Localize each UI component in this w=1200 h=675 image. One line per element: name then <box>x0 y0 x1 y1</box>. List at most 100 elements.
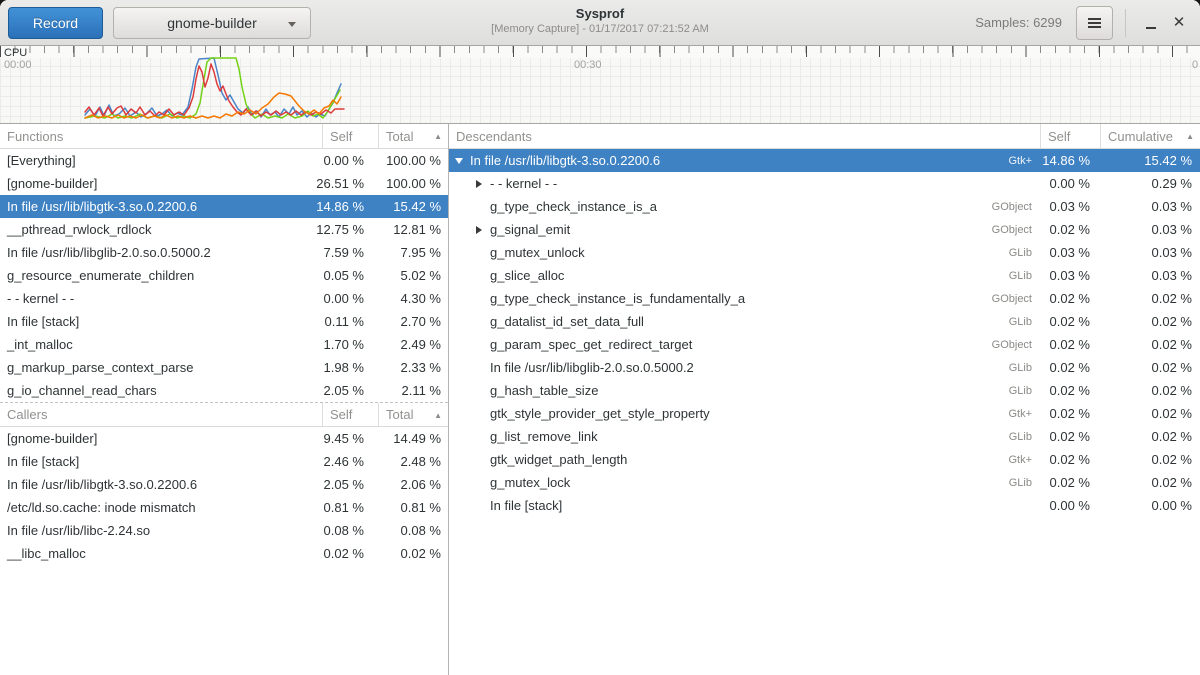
function-name: __pthread_rwlock_rdlock <box>0 222 298 237</box>
function-name: In file /usr/lib/libgtk-3.so.0.2200.6 <box>0 199 298 214</box>
self-percent: 9.45 % <box>298 431 378 446</box>
function-name: [gnome-builder] <box>0 431 298 446</box>
self-percent: 0.05 % <box>298 268 378 283</box>
self-percent: 0.02 % <box>1040 291 1100 306</box>
total-column-header[interactable]: Total ▲ <box>378 124 448 148</box>
table-row[interactable]: gtk_widget_path_lengthGtk+0.02 %0.02 % <box>449 448 1200 471</box>
library-tag: GLib <box>1009 362 1040 374</box>
self-column-header[interactable]: Self <box>322 124 378 148</box>
table-row[interactable]: g_type_check_instance_is_fundamentally_a… <box>449 287 1200 310</box>
function-name: g_datalist_id_set_data_full <box>490 314 644 329</box>
table-row[interactable]: [gnome-builder]26.51 %100.00 % <box>0 172 448 195</box>
table-row[interactable]: In file /usr/lib/libgtk-3.so.0.2200.6Gtk… <box>449 149 1200 172</box>
self-percent: 0.00 % <box>1040 176 1100 191</box>
total-percent: 5.02 % <box>378 268 448 283</box>
table-row[interactable]: [gnome-builder]9.45 %14.49 % <box>0 427 448 450</box>
table-row[interactable]: In file [stack]2.46 %2.48 % <box>0 450 448 473</box>
expander-closed-icon[interactable] <box>476 180 482 188</box>
expander-box <box>454 158 464 164</box>
table-row[interactable]: g_slice_allocGLib0.03 %0.03 % <box>449 264 1200 287</box>
callers-column-header[interactable]: Callers <box>0 403 322 426</box>
callers-header: Callers Self Total ▲ <box>0 402 448 427</box>
function-name: In file /usr/lib/libglib-2.0.so.0.5000.2 <box>490 360 694 375</box>
table-row[interactable]: In file /usr/lib/libglib-2.0.so.0.5000.2… <box>449 356 1200 379</box>
descendant-name-cell: g_datalist_id_set_data_fullGLib <box>449 314 1040 329</box>
table-row[interactable]: __pthread_rwlock_rdlock12.75 %12.81 % <box>0 218 448 241</box>
table-row[interactable]: In file /usr/lib/libgtk-3.so.0.2200.614.… <box>0 195 448 218</box>
self-percent: 7.59 % <box>298 245 378 260</box>
table-row[interactable]: In file /usr/lib/libglib-2.0.so.0.5000.2… <box>0 241 448 264</box>
table-row[interactable]: g_io_channel_read_chars2.05 %2.11 % <box>0 379 448 402</box>
self-percent: 0.11 % <box>298 314 378 329</box>
total-percent: 100.00 % <box>378 176 448 191</box>
table-row[interactable]: g_datalist_id_set_data_fullGLib0.02 %0.0… <box>449 310 1200 333</box>
table-row[interactable]: g_type_check_instance_is_aGObject0.03 %0… <box>449 195 1200 218</box>
chevron-down-icon <box>288 22 296 31</box>
function-name: g_io_channel_read_chars <box>0 383 298 398</box>
table-row[interactable]: __libc_malloc0.02 %0.02 % <box>0 542 448 565</box>
cumulative-percent: 0.02 % <box>1100 360 1200 375</box>
table-row[interactable]: g_signal_emitGObject0.02 %0.03 % <box>449 218 1200 241</box>
menu-button[interactable] <box>1076 6 1113 40</box>
table-row[interactable]: g_param_spec_get_redirect_targetGObject0… <box>449 333 1200 356</box>
descendant-name-cell: gtk_style_provider_get_style_propertyGtk… <box>449 406 1040 421</box>
function-name: g_resource_enumerate_children <box>0 268 298 283</box>
self-column-header[interactable]: Self <box>322 403 378 426</box>
total-percent: 2.49 % <box>378 337 448 352</box>
self-column-header[interactable]: Self <box>1040 124 1100 148</box>
table-row[interactable]: In file /usr/lib/libgtk-3.so.0.2200.62.0… <box>0 473 448 496</box>
table-row[interactable]: _int_malloc1.70 %2.49 % <box>0 333 448 356</box>
descendants-column-header[interactable]: Descendants <box>449 124 1040 148</box>
table-row[interactable]: g_resource_enumerate_children0.05 %5.02 … <box>0 264 448 287</box>
function-name: g_type_check_instance_is_a <box>490 199 657 214</box>
self-percent: 14.86 % <box>298 199 378 214</box>
record-button[interactable]: Record <box>8 7 103 39</box>
table-row[interactable]: g_hash_table_sizeGLib0.02 %0.02 % <box>449 379 1200 402</box>
descendant-name-cell: g_signal_emitGObject <box>449 222 1040 237</box>
cumulative-percent: 0.02 % <box>1100 429 1200 444</box>
table-row[interactable]: g_mutex_lockGLib0.02 %0.02 % <box>449 471 1200 494</box>
table-row[interactable]: - - kernel - -0.00 %4.30 % <box>0 287 448 310</box>
expander-closed-icon[interactable] <box>476 226 482 234</box>
total-column-header[interactable]: Total ▲ <box>378 403 448 426</box>
table-row[interactable]: gtk_style_provider_get_style_propertyGtk… <box>449 402 1200 425</box>
cumulative-percent: 0.03 % <box>1100 268 1200 283</box>
cumulative-percent: 0.02 % <box>1100 406 1200 421</box>
self-percent: 0.02 % <box>1040 337 1100 352</box>
function-name: In file /usr/lib/libglib-2.0.so.0.5000.2 <box>0 245 298 260</box>
table-row[interactable]: In file [stack]0.00 %0.00 % <box>449 494 1200 517</box>
self-percent: 0.02 % <box>1040 222 1100 237</box>
table-row[interactable]: g_mutex_unlockGLib0.03 %0.03 % <box>449 241 1200 264</box>
descendants-rows: In file /usr/lib/libgtk-3.so.0.2200.6Gtk… <box>449 149 1200 675</box>
functions-column-header[interactable]: Functions <box>0 124 322 148</box>
process-selector-dropdown[interactable]: gnome-builder <box>113 7 311 39</box>
table-row[interactable]: [Everything]0.00 %100.00 % <box>0 149 448 172</box>
library-tag: GObject <box>992 224 1040 236</box>
function-name: g_param_spec_get_redirect_target <box>490 337 692 352</box>
table-row[interactable]: g_markup_parse_context_parse1.98 %2.33 % <box>0 356 448 379</box>
table-row[interactable]: In file /usr/lib/libc-2.24.so0.08 %0.08 … <box>0 519 448 542</box>
self-percent: 0.02 % <box>1040 452 1100 467</box>
total-percent: 7.95 % <box>378 245 448 260</box>
cumulative-percent: 0.03 % <box>1100 245 1200 260</box>
function-name: g_type_check_instance_is_fundamentally_a <box>490 291 745 306</box>
samples-count: Samples: 6299 <box>975 15 1062 30</box>
close-button[interactable]: ✕ <box>1166 10 1192 36</box>
library-tag: GLib <box>1009 270 1040 282</box>
table-row[interactable]: /etc/ld.so.cache: inode mismatch0.81 %0.… <box>0 496 448 519</box>
cumulative-column-header[interactable]: Cumulative ▲ <box>1100 124 1200 148</box>
expander-open-icon[interactable] <box>455 158 463 164</box>
function-name: g_hash_table_size <box>490 383 598 398</box>
table-row[interactable]: In file [stack]0.11 %2.70 % <box>0 310 448 333</box>
table-row[interactable]: g_list_remove_linkGLib0.02 %0.02 % <box>449 425 1200 448</box>
expander-box <box>474 226 484 234</box>
cpu-graph[interactable]: CPU 00:0000:300 <box>0 46 1200 124</box>
cumulative-percent: 0.03 % <box>1100 199 1200 214</box>
descendant-name-cell: In file [stack] <box>449 498 1040 513</box>
self-percent: 0.02 % <box>1040 406 1100 421</box>
minimize-button[interactable] <box>1138 10 1164 36</box>
table-row[interactable]: - - kernel - -0.00 %0.29 % <box>449 172 1200 195</box>
library-tag: Gtk+ <box>1008 408 1040 420</box>
function-name: [Everything] <box>0 153 298 168</box>
function-name: g_slice_alloc <box>490 268 564 283</box>
